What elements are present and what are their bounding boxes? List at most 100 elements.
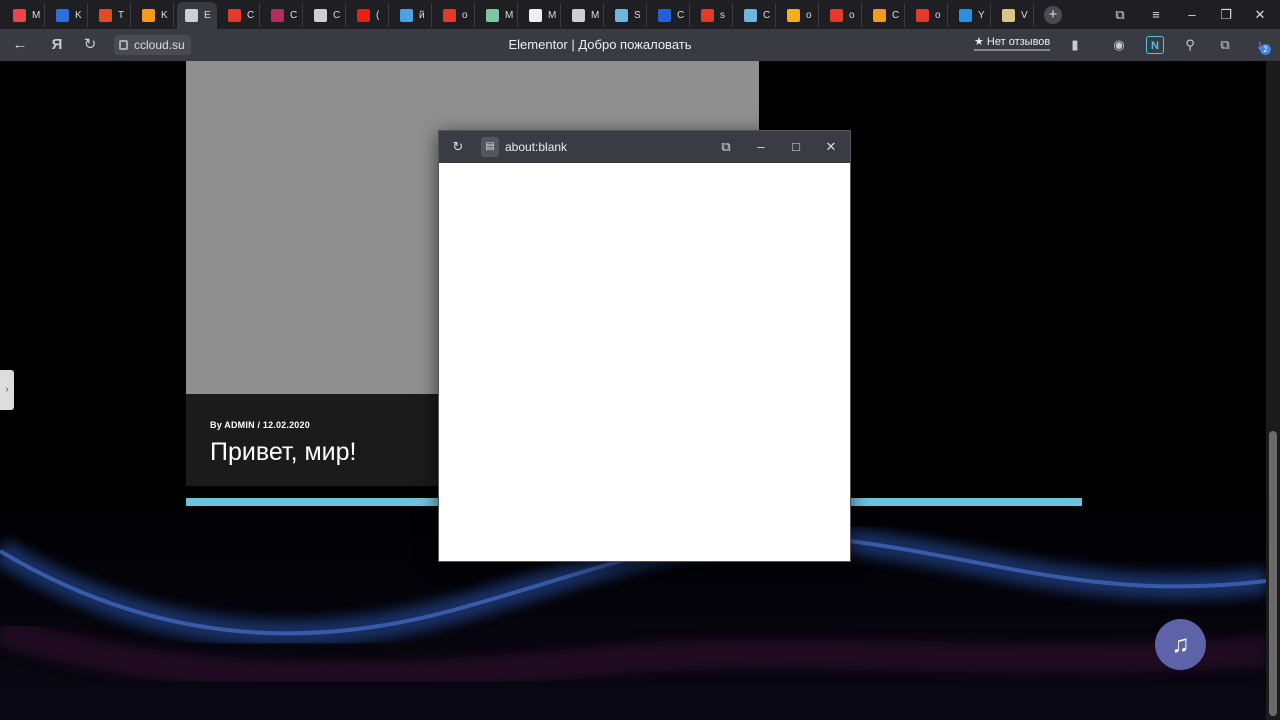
tab-title: V — [1021, 9, 1028, 21]
tab-favicon-icon — [99, 8, 112, 22]
tab-favicon-icon — [185, 9, 198, 22]
browser-tab[interactable]: C — [263, 3, 303, 27]
tab-favicon-icon — [572, 8, 585, 22]
tab-title: K — [161, 9, 168, 21]
tab-title: C — [333, 9, 341, 21]
tab-favicon-icon — [529, 8, 542, 22]
browser-tab[interactable]: ( — [349, 3, 389, 27]
tab-title: K — [75, 9, 82, 21]
new-tab-button[interactable]: + — [1044, 6, 1062, 24]
tab-favicon-icon — [830, 8, 843, 22]
popup-reload-icon[interactable]: ↻ — [448, 137, 468, 157]
browser-tab[interactable]: s — [693, 3, 733, 27]
browser-tab[interactable]: C — [220, 3, 260, 27]
tab-favicon-icon — [271, 8, 284, 22]
tab-favicon-icon — [142, 8, 155, 22]
tab-title: C — [677, 9, 685, 21]
tab-manager-icon[interactable]: ⧉ — [1110, 5, 1130, 25]
browser-tab[interactable]: C — [865, 3, 905, 27]
browser-tab[interactable]: K — [134, 3, 174, 27]
browser-tab[interactable]: E — [177, 2, 217, 29]
tab-title: ( — [376, 9, 380, 21]
tab-title: S — [634, 9, 641, 21]
tab-favicon-icon — [1002, 8, 1015, 22]
tab-title: o — [935, 9, 941, 21]
bookmark-icon[interactable]: ▮ — [1066, 36, 1084, 54]
post-title[interactable]: Привет, мир! — [210, 438, 356, 467]
tab-favicon-icon — [701, 8, 714, 22]
side-panel-handle[interactable]: › — [0, 370, 14, 410]
tab-title: E — [204, 10, 211, 21]
tab-title: o — [849, 9, 855, 21]
post-meta: By ADMIN / 12.02.2020 — [210, 420, 310, 430]
popup-minimize-button[interactable]: – — [751, 137, 771, 157]
tab-title: T — [118, 9, 125, 21]
close-window-button[interactable]: ✕ — [1250, 5, 1270, 25]
tab-title: o — [462, 9, 468, 21]
popup-titlebar[interactable]: ↻ ▤ about:blank ⧉ – □ ✕ — [439, 131, 850, 163]
tab-favicon-icon — [787, 8, 800, 22]
tab-title: M — [591, 9, 599, 21]
tab-title: s — [720, 9, 725, 21]
menu-icon[interactable]: ≡ — [1146, 5, 1166, 25]
tab-favicon-icon — [615, 8, 628, 22]
tab-favicon-icon — [228, 8, 241, 22]
browser-tab[interactable]: S — [607, 3, 647, 27]
search-icon[interactable]: ⚲ — [1181, 36, 1199, 54]
scrollbar-thumb[interactable] — [1269, 431, 1277, 716]
popup-maximize-button[interactable]: □ — [786, 137, 806, 157]
tab-title: M — [548, 9, 556, 21]
tab-favicon-icon — [744, 8, 757, 22]
tab-favicon-icon — [357, 8, 370, 22]
browser-tab[interactable]: M — [5, 3, 45, 27]
tab-favicon-icon — [658, 8, 671, 22]
popup-window[interactable]: ↻ ▤ about:blank ⧉ – □ ✕ — [438, 130, 851, 562]
tab-favicon-icon — [13, 8, 26, 22]
popup-close-button[interactable]: ✕ — [821, 137, 841, 157]
tab-title: C — [290, 9, 298, 21]
browser-tab[interactable]: C — [736, 3, 776, 27]
browser-tab[interactable]: M — [521, 3, 561, 27]
restore-button[interactable]: ❐ — [1216, 5, 1236, 25]
tab-title: C — [892, 9, 900, 21]
tab-title: o — [806, 9, 812, 21]
tab-favicon-icon — [400, 8, 413, 22]
browser-tab[interactable]: C — [306, 3, 346, 27]
music-note-icon[interactable]: ♫ — [1155, 619, 1206, 670]
tab-favicon-icon — [916, 8, 929, 22]
tab-favicon-icon — [959, 8, 972, 22]
minimize-button[interactable]: – — [1182, 5, 1202, 25]
browser-tab[interactable]: o — [779, 3, 819, 27]
tab-title: C — [247, 9, 255, 21]
tab-title: Y — [978, 9, 985, 21]
browser-tab[interactable]: o — [908, 3, 948, 27]
page-scrollbar[interactable] — [1266, 61, 1280, 720]
tab-title: й — [419, 9, 425, 21]
popup-open-tab-icon[interactable]: ⧉ — [716, 137, 736, 157]
collections-icon[interactable]: ⧉ — [1216, 36, 1234, 54]
tab-favicon-icon — [56, 8, 69, 22]
browser-tab[interactable]: V — [994, 3, 1034, 27]
browser-tab[interactable]: M — [564, 3, 604, 27]
browser-tab[interactable]: C — [650, 3, 690, 27]
tab-favicon-icon — [873, 8, 886, 22]
browser-tab[interactable]: й — [392, 3, 432, 27]
downloads-badge: 2 — [1260, 44, 1271, 55]
tab-favicon-icon — [486, 8, 499, 22]
reviews-button[interactable]: ★ Нет отзывов — [974, 35, 1051, 51]
extension-icon[interactable]: N — [1146, 36, 1164, 54]
navigation-bar: ← Я ↻ ccloud.su Elementor | Добро пожало… — [0, 29, 1280, 61]
browser-tab[interactable]: Y — [951, 3, 991, 27]
page-icon: ▤ — [481, 137, 499, 157]
browser-tab[interactable]: M — [478, 3, 518, 27]
browser-tab[interactable]: K — [48, 3, 88, 27]
tab-title: M — [505, 9, 513, 21]
browser-tab[interactable]: o — [435, 3, 475, 27]
browser-tab[interactable]: o — [822, 3, 862, 27]
camera-icon[interactable]: ◉ — [1110, 36, 1128, 54]
popup-url: about:blank — [505, 140, 568, 154]
tab-favicon-icon — [314, 8, 327, 22]
downloads-icon[interactable]: ↓ 2 — [1251, 36, 1271, 55]
tab-title: M — [32, 9, 40, 21]
browser-tab[interactable]: T — [91, 3, 131, 27]
